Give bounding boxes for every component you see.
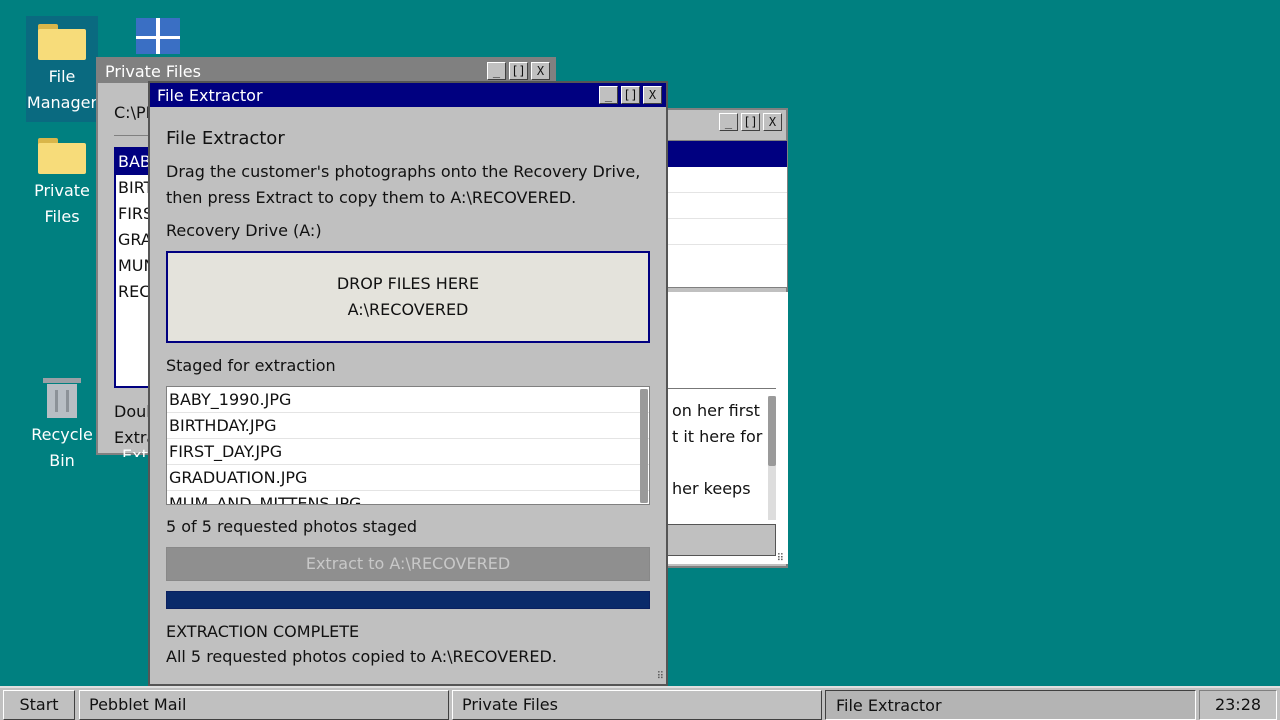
minimize-button[interactable]: _ bbox=[719, 113, 738, 131]
drop-zone[interactable]: DROP FILES HERE A:\RECOVERED bbox=[166, 251, 650, 343]
extract-button[interactable]: Extract to A:\RECOVERED bbox=[166, 547, 650, 581]
folder-icon bbox=[38, 24, 86, 60]
desktop-icon-private-files[interactable]: Private Files bbox=[26, 130, 98, 230]
desktop-icon-label: File bbox=[48, 67, 76, 86]
window-title: Private Files bbox=[105, 61, 201, 81]
taskbar-item-mail[interactable]: Pebblet Mail bbox=[79, 690, 449, 720]
resize-grip-icon[interactable]: ⠿ bbox=[777, 553, 784, 564]
instructions-line: then press Extract to copy them to A:\RE… bbox=[166, 188, 577, 207]
file-list-item[interactable]: BIRT bbox=[116, 175, 152, 201]
mail-list-row-selected[interactable] bbox=[667, 141, 787, 167]
mail-list-row[interactable] bbox=[667, 167, 787, 193]
desktop-icon-label: Private bbox=[34, 181, 90, 200]
file-list-item[interactable]: MUN bbox=[116, 253, 152, 279]
staged-file-item[interactable]: BIRTHDAY.JPG bbox=[167, 413, 649, 439]
close-button[interactable]: X bbox=[643, 86, 662, 104]
mail-list-row[interactable] bbox=[667, 193, 787, 219]
close-button[interactable]: X bbox=[763, 113, 782, 131]
extractor-heading: File Extractor bbox=[166, 128, 285, 149]
path-label: C:\PI bbox=[114, 103, 151, 122]
desktop-icon-recycle-bin[interactable]: Recycle Bin bbox=[26, 372, 98, 474]
taskbar: Start Pebblet Mail Private Files File Ex… bbox=[0, 686, 1280, 720]
staged-file-item[interactable]: GRADUATION.JPG bbox=[167, 465, 649, 491]
maximize-button[interactable]: [] bbox=[621, 86, 640, 104]
desktop-icon-file-manager[interactable]: File Manager bbox=[26, 16, 98, 122]
mail-snippet-line: her keeps bbox=[672, 479, 751, 498]
drop-zone-text: DROP FILES HERE bbox=[336, 274, 480, 293]
folder-icon bbox=[38, 138, 86, 174]
desktop-icon-label: Recycle bbox=[31, 425, 93, 444]
desktop-icon-label: Bin bbox=[49, 451, 75, 470]
staged-file-item[interactable]: MUM_AND_MITTENS.JPG bbox=[167, 491, 649, 504]
private-files-titlebar[interactable]: Private Files _ [] X bbox=[98, 59, 554, 83]
desktop-icon-label: Manager bbox=[26, 93, 98, 112]
staged-file-list[interactable]: BABY_1990.JPG BIRTHDAY.JPG FIRST_DAY.JPG… bbox=[166, 386, 650, 505]
recovery-drive-label: Recovery Drive (A:) bbox=[166, 221, 322, 240]
file-list-item[interactable]: GRA bbox=[116, 227, 152, 253]
mail-snippet-line: on her first bbox=[672, 401, 760, 420]
maximize-button[interactable]: [] bbox=[509, 62, 528, 80]
minimize-button[interactable]: _ bbox=[599, 86, 618, 104]
taskbar-item-private-files[interactable]: Private Files bbox=[452, 690, 822, 720]
mail-message-list[interactable] bbox=[666, 140, 788, 288]
app-icon bbox=[136, 18, 180, 54]
mail-list-row[interactable] bbox=[667, 219, 787, 245]
status-title: EXTRACTION COMPLETE bbox=[166, 622, 360, 641]
mail-reply-box[interactable] bbox=[666, 524, 776, 556]
staged-file-item[interactable]: BABY_1990.JPG bbox=[167, 387, 649, 413]
taskbar-clock: 23:28 bbox=[1199, 690, 1277, 720]
desktop-icon-app[interactable] bbox=[122, 18, 194, 54]
drop-zone-path: A:\RECOVERED bbox=[347, 300, 469, 319]
file-list-item[interactable]: RECI bbox=[116, 279, 152, 305]
taskbar-item-file-extractor[interactable]: File Extractor bbox=[825, 690, 1196, 720]
close-button[interactable]: X bbox=[531, 62, 550, 80]
mail-snippet-line: t it here for bbox=[672, 427, 763, 446]
instructions: Drag the customer's photographs onto the… bbox=[166, 159, 650, 211]
maximize-button[interactable]: [] bbox=[741, 113, 760, 131]
minimize-button[interactable]: _ bbox=[487, 62, 506, 80]
staged-file-item[interactable]: FIRST_DAY.JPG bbox=[167, 439, 649, 465]
staged-list-scrollbar[interactable] bbox=[640, 389, 648, 503]
extraction-progress-bar bbox=[166, 591, 650, 609]
staged-count: 5 of 5 requested photos staged bbox=[166, 517, 418, 536]
resize-grip-icon[interactable]: ⠿ bbox=[657, 671, 664, 682]
status-message: All 5 requested photos copied to A:\RECO… bbox=[166, 647, 557, 666]
mail-scrollbar[interactable] bbox=[768, 396, 776, 520]
start-button[interactable]: Start bbox=[3, 690, 75, 720]
file-list-item[interactable]: BAB bbox=[116, 149, 152, 175]
staged-label: Staged for extraction bbox=[166, 356, 336, 375]
file-extractor-titlebar[interactable]: File Extractor _ [] X bbox=[150, 83, 666, 107]
file-list-item[interactable]: FIRS bbox=[116, 201, 152, 227]
window-title: File Extractor bbox=[157, 85, 263, 105]
mail-preview-pane: on her first t it here for her keeps bbox=[666, 292, 788, 564]
file-extractor-window[interactable]: File Extractor _ [] X File Extractor Dra… bbox=[148, 81, 668, 686]
desktop-icon-label: Files bbox=[44, 207, 80, 226]
instructions-line: Drag the customer's photographs onto the… bbox=[166, 162, 641, 181]
recycle-bin-icon bbox=[43, 378, 81, 418]
